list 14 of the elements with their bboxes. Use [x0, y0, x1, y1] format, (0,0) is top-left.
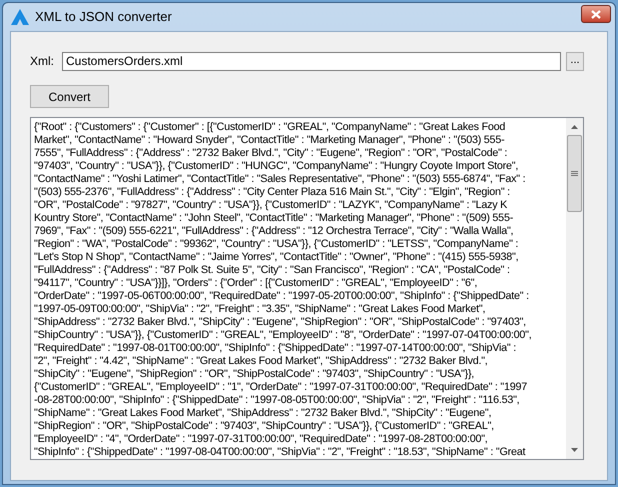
xml-label: Xml: [30, 53, 54, 70]
grip-icon [571, 171, 578, 176]
scrollbar-thumb[interactable] [567, 135, 582, 212]
close-icon [591, 10, 601, 18]
xml-field[interactable]: CustomersOrders.xml [62, 52, 561, 70]
convert-button[interactable]: Convert [30, 85, 109, 108]
scroll-up-icon [571, 125, 578, 129]
scroll-down-icon [571, 448, 578, 452]
window-title: XML to JSON converter [35, 8, 172, 26]
close-button[interactable] [581, 5, 611, 23]
json-output-text: {"Root" : {"Customers" : {"Customer" : [{"CustomerID" : "GREAL", "CompanyName" : "Great Lakes Food Market", "ContactName" : "Howard Snyder", "ContactTitle" : "Marketing Manager", "Phone" : "(503) 555- 7555", "FullAddress" : {"Address" : "2732 Baker Blvd.", "City" : "Eugene", "Region" : "OR", "PostalCode" : "97403", "Country" : "USA"}}, {"CustomerID" : "HUNGC", "CompanyName" : "Hungry Coyote Import Store", "ContactName" : "Yoshi Latimer", "ContactTitle" : "Sales Representative", "Phone" : "(503) 555-6874", "Fax" : "(503) 555-2376", "FullAddress" : {"Address" : "City Center Plaza 516 Main St.", "City" : "Elgin", "Region" : "OR", "PostalCode" : "97827", "Country" : "USA"}}, {"CustomerID" : "LAZYK", "CompanyName" : "Lazy K Kountry Store", "ContactName" : "John Steel", "ContactTitle" : "Marketing Manager", "Phone" : "(509) 555- 7969", "Fax" : "(509) 555-6221", "FullAddress" : {"Address" : "12 Orchestra Terrace", "City" : "Walla Walla", "Region" : "WA", "PostalCode" : "99362", "Country" : "USA"}}, {"CustomerID" : "LETSS", "CompanyName" : "Let's Stop N Shop", "ContactName" : "Jaime Yorres", "ContactTitle" : "Owner", "Phone" : "(415) 555-5938", "FullAddress" : {"Address" : "87 Polk St. Suite 5", "City" : "San Francisco", "Region" : "CA", "PostalCode" : "94117", "Country" : "USA"}}]}, "Orders" : {"Order" : [{"CustomerID" : "GREAL", "EmployeeID" : "6", "OrderDate" : "1997-05-06T00:00:00", "RequiredDate" : "1997-05-20T00:00:00", "ShipInfo" : {"ShippedDate" : "1997-05-09T00:00:00", "ShipVia" : "2", "Freight" : "3.35", "ShipName" : "Great Lakes Food Market", "ShipAddress" : "2732 Baker Blvd.", "ShipCity" : "Eugene", "ShipRegion" : "OR", "ShipPostalCode" : "97403", "ShipCountry" : "USA"}}, {"CustomerID" : "GREAL", "EmployeeID" : "8", "OrderDate" : "1997-07-04T00:00:00", "RequiredDate" : "1997-08-01T00:00:00", "ShipInfo" : {"ShippedDate" : "1997-07-14T00:00:00", "ShipVia" : "2", "Freight" : "4.42", "ShipName" : "Great Lakes Food Market", "ShipAddress" : "2732 Baker Blvd.", "ShipCity" : "Eugene", "ShipRegion" : "OR", "ShipPostalCode" : "97403", "ShipCountry" : "USA"}}, {"CustomerID" : "GREAL", "EmployeeID" : "1", "OrderDate" : "1997-07-31T00:00:00", "RequiredDate" : "1997 -08-28T00:00:00", "ShipInfo" : {"ShippedDate" : "1997-08-05T00:00:00", "ShipVia" : "2", "Freight" : "116.53", "ShipName" : "Great Lakes Food Market", "ShipAddress" : "2732 Baker Blvd.", "ShipCity" : "Eugene", "ShipRegion" : "OR", "ShipPostalCode" : "97403", "ShipCountry" : "USA"}}, {"CustomerID" : "GREAL", "EmployeeID" : "4", "OrderDate" : "1997-07-31T00:00:00", "RequiredDate" : "1997-08-28T00:00:00", "ShipInfo" : {"ShippedDate" : "1997-08-04T00:00:00", "ShipVia" : "2", "Freight" : "18.53", "ShipName" : "Great [33, 120, 533, 459]
browse-button[interactable]: ... [566, 52, 584, 70]
app-logo-icon [11, 9, 29, 25]
vertical-scrollbar[interactable] [566, 118, 583, 459]
